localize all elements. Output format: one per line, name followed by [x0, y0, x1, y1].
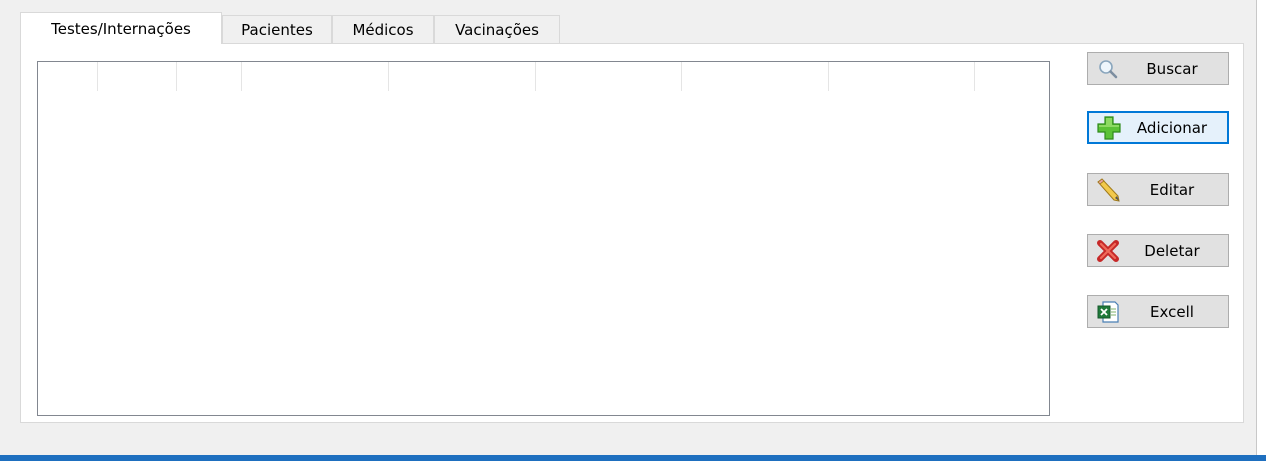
deletar-button[interactable]: Deletar: [1087, 234, 1229, 267]
data-grid[interactable]: [37, 61, 1050, 416]
window-edge: [1257, 0, 1266, 455]
column-separator[interactable]: [388, 62, 389, 91]
tab-medicos[interactable]: Médicos: [332, 15, 434, 43]
tab-label: Pacientes: [241, 20, 313, 39]
editar-button[interactable]: Editar: [1087, 173, 1229, 206]
column-separator[interactable]: [828, 62, 829, 91]
red-x-icon: [1094, 238, 1122, 264]
pencil-icon: [1094, 177, 1122, 203]
excel-button[interactable]: Excell: [1087, 295, 1229, 328]
grid-header: [38, 62, 1049, 91]
taskbar-edge: [0, 455, 1266, 461]
buscar-button[interactable]: Buscar: [1087, 52, 1229, 85]
tab-testes-internacoes[interactable]: Testes/Internações: [20, 12, 222, 44]
tab-label: Médicos: [352, 20, 414, 39]
column-separator[interactable]: [535, 62, 536, 91]
magnifier-icon: [1094, 56, 1122, 82]
column-separator[interactable]: [974, 62, 975, 91]
button-label: Deletar: [1144, 241, 1200, 260]
green-plus-icon: [1095, 115, 1123, 141]
button-label: Editar: [1149, 180, 1195, 199]
button-label: Buscar: [1146, 59, 1198, 78]
tab-label: Vacinações: [455, 20, 539, 39]
adicionar-button[interactable]: Adicionar: [1087, 111, 1229, 144]
button-label: Adicionar: [1136, 118, 1208, 137]
tab-vacinacoes[interactable]: Vacinações: [434, 15, 560, 43]
column-separator[interactable]: [176, 62, 177, 91]
column-separator[interactable]: [97, 62, 98, 91]
tab-label: Testes/Internações: [51, 19, 191, 38]
column-separator[interactable]: [241, 62, 242, 91]
tab-pacientes[interactable]: Pacientes: [222, 15, 332, 43]
excel-file-icon: [1094, 299, 1122, 325]
column-separator[interactable]: [681, 62, 682, 91]
button-label: Excell: [1150, 302, 1194, 321]
